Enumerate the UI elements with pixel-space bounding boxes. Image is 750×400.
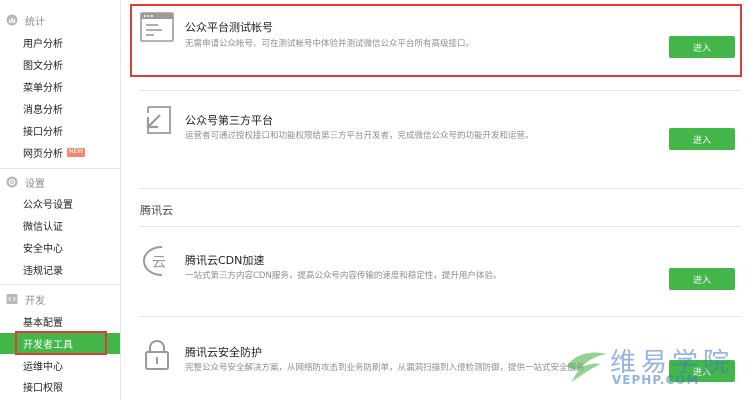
lock-icon	[140, 338, 174, 372]
sidebar-item-user-analysis[interactable]: 用户分析	[0, 32, 120, 53]
code-icon	[6, 293, 18, 305]
sidebar-item-label: 用户分析	[23, 39, 63, 50]
page-root: 统计 用户分析 图文分析 菜单分析 消息分析 接口分析 网页分析 NEW 设置 …	[0, 0, 750, 400]
sidebar-item-label: 开发者工具	[23, 340, 73, 351]
card-title: 腾讯云安全防护	[185, 346, 262, 359]
sidebar-item-api-permissions[interactable]: 接口权限	[0, 376, 120, 397]
gear-icon	[6, 176, 18, 188]
sidebar-item-menu-analysis[interactable]: 菜单分析	[0, 76, 120, 97]
sidebar-item-security-center[interactable]: 安全中心	[0, 237, 120, 258]
card-security-protection: 腾讯云安全防护 完整公众号安全解决方案，从网络防攻击到业务防刷单，从漏洞扫描到入…	[130, 328, 740, 400]
sidebar-item-web-analysis[interactable]: 网页分析 NEW	[0, 142, 120, 163]
authorize-arrow-icon	[140, 103, 174, 137]
sidebar-item-label: 运维中心	[23, 362, 63, 373]
sidebar-group-develop: 开发	[6, 290, 45, 308]
sidebar-item-wechat-verify[interactable]: 微信认证	[0, 215, 120, 236]
sidebar-item-label: 网页分析	[23, 149, 63, 160]
sidebar-item-account-settings[interactable]: 公众号设置	[0, 193, 120, 214]
sidebar-item-label: 接口分析	[23, 127, 63, 138]
card-title: 公众平台测试帐号	[185, 21, 273, 34]
sidebar-item-label: 菜单分析	[23, 83, 63, 94]
sidebar-item-message-analysis[interactable]: 消息分析	[0, 98, 120, 119]
sidebar-item-basic-config[interactable]: 基本配置	[0, 311, 120, 332]
sidebar-group-title: 设置	[25, 178, 45, 190]
section-divider	[140, 226, 740, 227]
sidebar-item-api-analysis[interactable]: 接口分析	[0, 120, 120, 141]
card-divider	[140, 316, 740, 317]
sidebar-item-label: 微信认证	[23, 222, 63, 233]
enter-button[interactable]: 进入	[669, 36, 735, 58]
enter-button[interactable]: 进入	[669, 128, 735, 150]
card-test-account: 公众平台测试帐号 无需申请公众帐号、可在测试帐号中体验并测试微信公众平台所有高级…	[130, 0, 740, 80]
card-description: 运营者可通过授权接口和功能权限给第三方平台开发者，完成微信公众号的功能开发和运营…	[185, 131, 534, 141]
sidebar-item-developer-tools[interactable]: 开发者工具	[0, 333, 120, 354]
card-third-party-platform: 公众号第三方平台 运营者可通过授权接口和功能权限给第三方平台开发者，完成微信公众…	[130, 95, 740, 175]
main-content: 公众平台测试帐号 无需申请公众帐号、可在测试帐号中体验并测试微信公众平台所有高级…	[122, 0, 750, 400]
cloud-icon: 云	[140, 244, 174, 278]
card-description: 无需申请公众帐号、可在测试帐号中体验并测试微信公众平台所有高级接口。	[185, 39, 475, 49]
section-divider	[140, 188, 740, 189]
sidebar-item-article-analysis[interactable]: 图文分析	[0, 54, 120, 75]
sidebar-item-label: 消息分析	[23, 105, 63, 116]
sidebar-item-label: 公众号设置	[23, 200, 73, 211]
sidebar-group-settings: 设置	[6, 173, 45, 191]
card-title: 腾讯云CDN加速	[185, 254, 265, 267]
card-description: 一站式第三方内容CDN服务，提高公众号内容传输的速度和稳定性，提升用户体验。	[185, 271, 502, 281]
card-description: 完整公众号安全解决方案，从网络防攻击到业务防刷单，从漏洞扫描到入侵检测防御，提供…	[185, 363, 585, 373]
new-badge: NEW	[67, 148, 86, 157]
enter-button[interactable]: 进入	[669, 268, 735, 290]
svg-text:云: 云	[152, 255, 166, 271]
sidebar-item-ops-center[interactable]: 运维中心	[0, 355, 120, 376]
sidebar-divider	[0, 284, 120, 285]
sidebar: 统计 用户分析 图文分析 菜单分析 消息分析 接口分析 网页分析 NEW 设置 …	[0, 0, 121, 400]
sidebar-item-label: 接口权限	[23, 383, 63, 394]
card-title: 公众号第三方平台	[185, 114, 273, 127]
card-divider	[140, 90, 740, 91]
sidebar-item-label: 基本配置	[23, 318, 63, 329]
sidebar-item-label: 违规记录	[23, 266, 63, 277]
sidebar-group-title: 统计	[25, 16, 45, 28]
sidebar-item-label: 图文分析	[23, 61, 63, 72]
sidebar-group-title: 开发	[25, 295, 45, 307]
browser-window-icon	[140, 12, 174, 46]
section-title: 腾讯云	[140, 204, 173, 217]
enter-button[interactable]: 进入	[669, 360, 735, 382]
sidebar-item-violations[interactable]: 违规记录	[0, 259, 120, 280]
card-cdn-acceleration: 云 腾讯云CDN加速 一站式第三方内容CDN服务，提高公众号内容传输的速度和稳定…	[130, 238, 740, 308]
sidebar-divider	[0, 168, 120, 169]
sidebar-item-label: 安全中心	[23, 244, 63, 255]
sidebar-group-stats: 统计	[6, 11, 45, 29]
chart-icon	[6, 14, 18, 26]
